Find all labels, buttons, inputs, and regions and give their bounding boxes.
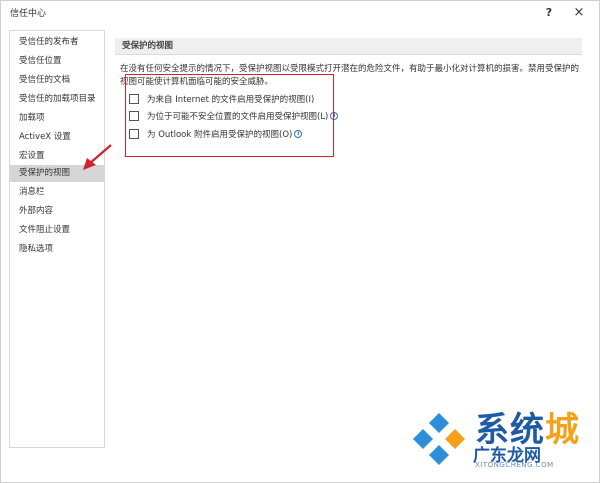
watermark: 系统城 广东龙网 XITONGCHENG.COM	[409, 399, 594, 479]
option-unsafe-locations[interactable]: 为位于可能不安全位置的文件启用受保护视图(L) i	[129, 109, 339, 123]
sidebar-item-message-bar[interactable]: 消息栏	[10, 184, 104, 201]
sidebar-item-trusted-locations[interactable]: 受信任位置	[10, 53, 104, 70]
internet-files-checkbox[interactable]	[129, 94, 139, 104]
title-bar: 信任中心 ? ×	[1, 1, 599, 23]
section-description: 在没有任何安全提示的情况下，受保护视图以受限模式打开潜在的危险文件，有助于最小化…	[120, 64, 580, 87]
sidebar-nav: 受信任的发布者 受信任位置 受信任的文档 受信任的加载项目录 加载项 Activ…	[9, 30, 105, 448]
watermark-url: XITONGCHENG.COM	[475, 461, 554, 469]
annotation-arrow-icon	[83, 144, 112, 170]
sidebar-item-external-content[interactable]: 外部内容	[10, 203, 104, 220]
sidebar-item-file-block[interactable]: 文件阻止设置	[10, 222, 104, 239]
info-icon[interactable]: i	[330, 112, 339, 120]
trust-center-dialog: 信任中心 ? × 受信任的发布者 受信任位置 受信任的文档 受信任的加载项目录 …	[0, 0, 600, 483]
unsafe-locations-checkbox[interactable]	[129, 111, 139, 121]
sidebar-item-trusted-documents[interactable]: 受信任的文档	[10, 72, 104, 89]
section-title: 受保护的视图	[115, 38, 582, 55]
option-internet-files[interactable]: 为来自 Internet 的文件启用受保护的视图(I)	[129, 92, 314, 106]
window-title: 信任中心	[10, 9, 47, 19]
unsafe-locations-label: 为位于可能不安全位置的文件启用受保护视图(L)	[147, 112, 329, 122]
sidebar-item-privacy[interactable]: 隐私选项	[10, 241, 104, 258]
close-button[interactable]: ×	[567, 2, 591, 22]
info-icon[interactable]: i	[294, 130, 303, 138]
outlook-attachments-label: 为 Outlook 附件启用受保护的视图(O)	[147, 130, 293, 140]
watermark-brand-accent: 城	[545, 410, 580, 450]
sidebar-item-trusted-publishers[interactable]: 受信任的发布者	[10, 34, 104, 51]
help-button[interactable]: ?	[537, 2, 561, 22]
diamond-logo-icon	[413, 413, 465, 465]
sidebar-item-trusted-addin-catalogs[interactable]: 受信任的加载项目录	[10, 91, 104, 108]
outlook-attachments-checkbox[interactable]	[129, 129, 139, 139]
option-outlook-attachments[interactable]: 为 Outlook 附件启用受保护的视图(O) i	[129, 127, 303, 141]
internet-files-label: 为来自 Internet 的文件启用受保护的视图(I)	[147, 95, 315, 105]
sidebar-item-addins[interactable]: 加载项	[10, 110, 104, 127]
